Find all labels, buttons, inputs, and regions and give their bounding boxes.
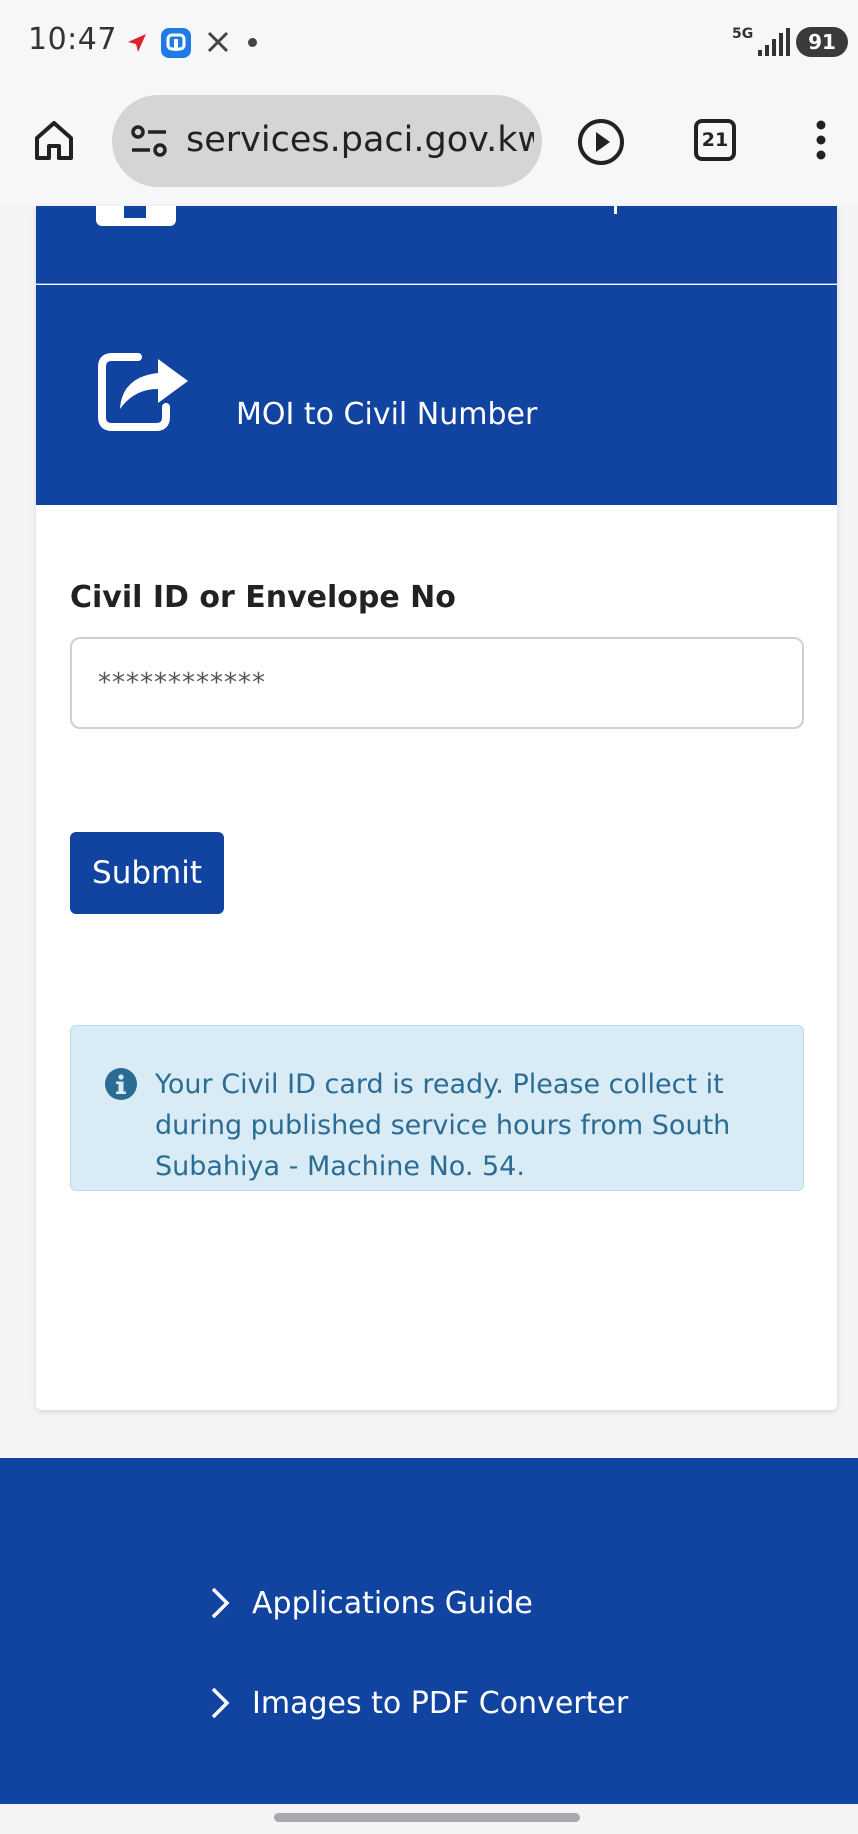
dot-icon <box>248 38 257 47</box>
footer-link-label[interactable]: Applications Guide <box>252 1586 533 1621</box>
url-text[interactable]: services.paci.gov.kw <box>186 120 534 160</box>
document-icon <box>96 206 176 226</box>
home-icon[interactable] <box>32 118 76 162</box>
browser-toolbar: services.paci.gov.kw 21 <box>0 84 858 206</box>
civil-id-label: Civil ID or Envelope No <box>70 580 456 615</box>
share-arrow-icon <box>98 353 188 431</box>
footer-link-pdf-converter[interactable]: Images to PDF Converter <box>210 1678 628 1728</box>
status-bar: 10:47 5G 91 <box>0 0 858 84</box>
battery-badge: 91 <box>796 27 848 57</box>
clipped-text-fragment <box>614 206 617 214</box>
footer-link-applications-guide[interactable]: Applications Guide <box>210 1578 533 1628</box>
navigation-arrow-icon <box>128 34 146 52</box>
info-alert: Your Civil ID card is ready. Please coll… <box>70 1025 804 1191</box>
civil-id-input[interactable] <box>70 637 804 729</box>
submit-button[interactable]: Submit <box>70 832 224 914</box>
status-time: 10:47 <box>28 22 117 57</box>
url-bar[interactable]: services.paci.gov.kw <box>112 95 542 187</box>
tabs-icon[interactable]: 21 <box>694 119 736 161</box>
previous-service-row[interactable] <box>36 206 837 284</box>
service-row-moi[interactable]: MOI to Civil Number <box>36 285 837 505</box>
footer: Applications Guide Images to PDF Convert… <box>0 1458 858 1804</box>
footer-link-label[interactable]: Images to PDF Converter <box>252 1686 628 1721</box>
signal-icon <box>758 28 790 56</box>
play-icon[interactable] <box>576 117 626 167</box>
alert-message: Your Civil ID card is ready. Please coll… <box>155 1069 731 1182</box>
service-card: MOI to Civil Number Civil ID or Envelope… <box>36 206 837 1410</box>
service-title: MOI to Civil Number <box>236 397 538 432</box>
home-indicator[interactable] <box>274 1813 580 1822</box>
info-icon <box>105 1068 137 1100</box>
network-label: 5G <box>732 26 754 42</box>
tune-icon[interactable] <box>130 123 170 159</box>
more-vert-icon[interactable] <box>816 120 826 160</box>
chevron-right-icon <box>211 1587 230 1619</box>
chevron-right-icon <box>211 1687 230 1719</box>
x-icon <box>207 31 229 53</box>
app-badge-icon <box>161 28 191 58</box>
